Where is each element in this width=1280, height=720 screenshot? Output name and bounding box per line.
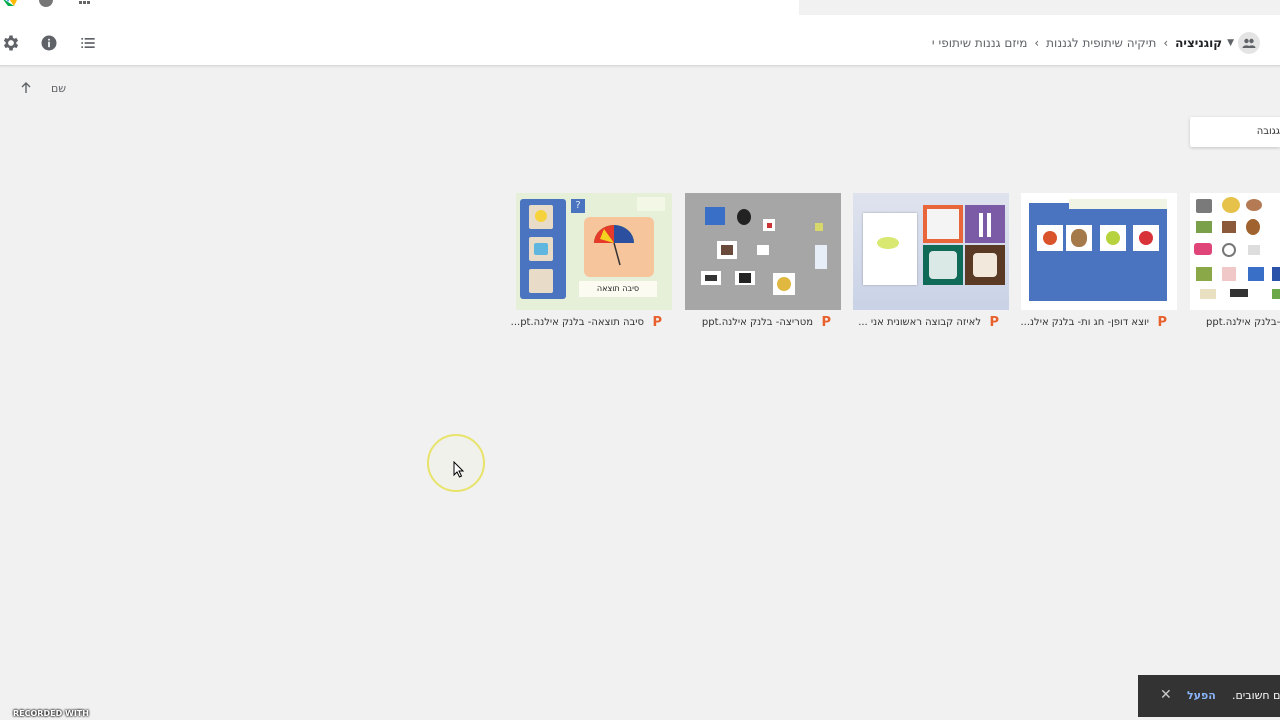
toast-message: נם חשובים. xyxy=(1232,689,1280,702)
chevron-left-icon: › xyxy=(1163,36,1169,50)
side-panel-text: גגובה xyxy=(1256,126,1280,137)
folder-toolbar: י מיזם גננות שיתופי › תיקיה שיתופית לגננ… xyxy=(0,21,1280,66)
breadcrumb-item-shared-folder[interactable]: תיקיה שיתופית לגננות xyxy=(1044,36,1158,50)
file-tile[interactable]: P מטריצה- בלנק אילנה.ppt xyxy=(685,193,841,329)
thumbnail-title: סיבה תוצאה xyxy=(579,281,657,297)
toast-enable-button[interactable]: הפעל xyxy=(1187,689,1216,702)
file-thumbnail: ? סיבה תוצאה xyxy=(516,193,672,310)
file-thumbnail xyxy=(1190,193,1280,310)
notification-toast: נם חשובים. הפעל ✕ xyxy=(1138,675,1280,717)
recording-watermark: RECORDED WITH xyxy=(13,709,89,718)
app-top-bar xyxy=(0,0,1280,21)
mouse-pointer-icon xyxy=(453,461,465,478)
breadcrumb-item-current[interactable]: קוגניציה xyxy=(1173,36,1224,50)
help-icon[interactable] xyxy=(39,0,53,7)
file-thumbnail xyxy=(853,193,1009,310)
file-name: סיבה תוצאה- בלנק אילנה.pt... xyxy=(510,317,644,328)
file-name: לאיזה קבוצה ראשונית אני ... xyxy=(858,317,981,328)
apps-grid-icon[interactable] xyxy=(79,0,91,4)
file-tile[interactable]: ? סיבה תוצאה P סיבה תוצאה- בלנק אילנה.pt… xyxy=(511,193,672,329)
list-view-icon[interactable] xyxy=(78,33,98,53)
breadcrumb-prefix[interactable]: י xyxy=(930,36,937,50)
chevron-left-icon: › xyxy=(1034,36,1040,50)
side-panel-card[interactable]: גגובה xyxy=(1190,117,1280,147)
caret-down-icon[interactable]: ▼ xyxy=(1227,38,1234,48)
powerpoint-icon: P xyxy=(1157,315,1167,330)
sort-arrow-up-icon[interactable] xyxy=(18,80,34,96)
breadcrumb-item-project[interactable]: מיזם גננות שיתופי xyxy=(937,36,1030,50)
file-name: יוצא דופן- חג ות- בלנק אילנ... xyxy=(1020,317,1149,328)
info-icon[interactable] xyxy=(39,33,59,53)
file-thumbnail xyxy=(685,193,841,310)
shared-people-icon[interactable] xyxy=(1238,32,1260,54)
settings-gear-icon[interactable] xyxy=(1,33,21,53)
drive-logo-icon[interactable] xyxy=(2,0,20,6)
file-name: תו-בלנק אילנה.ppt xyxy=(1206,317,1280,328)
close-icon[interactable]: ✕ xyxy=(1160,687,1172,703)
file-thumbnail xyxy=(1021,193,1177,310)
breadcrumb: י מיזם גננות שיתופי › תיקיה שיתופית לגננ… xyxy=(930,21,1266,65)
powerpoint-icon: P xyxy=(652,315,662,330)
powerpoint-icon: P xyxy=(821,315,831,330)
file-tile[interactable]: תו-בלנק אילנה.ppt xyxy=(1190,193,1280,328)
file-tile[interactable]: P לאיזה קבוצה ראשונית אני ... xyxy=(853,193,1009,329)
file-tile[interactable]: P יוצא דופן- חג ות- בלנק אילנ... xyxy=(1020,193,1177,329)
search-box[interactable] xyxy=(799,0,1280,15)
sort-by-name-label[interactable]: שם xyxy=(51,82,66,95)
powerpoint-icon: P xyxy=(989,315,999,330)
file-name: מטריצה- בלנק אילנה.ppt xyxy=(701,317,813,328)
